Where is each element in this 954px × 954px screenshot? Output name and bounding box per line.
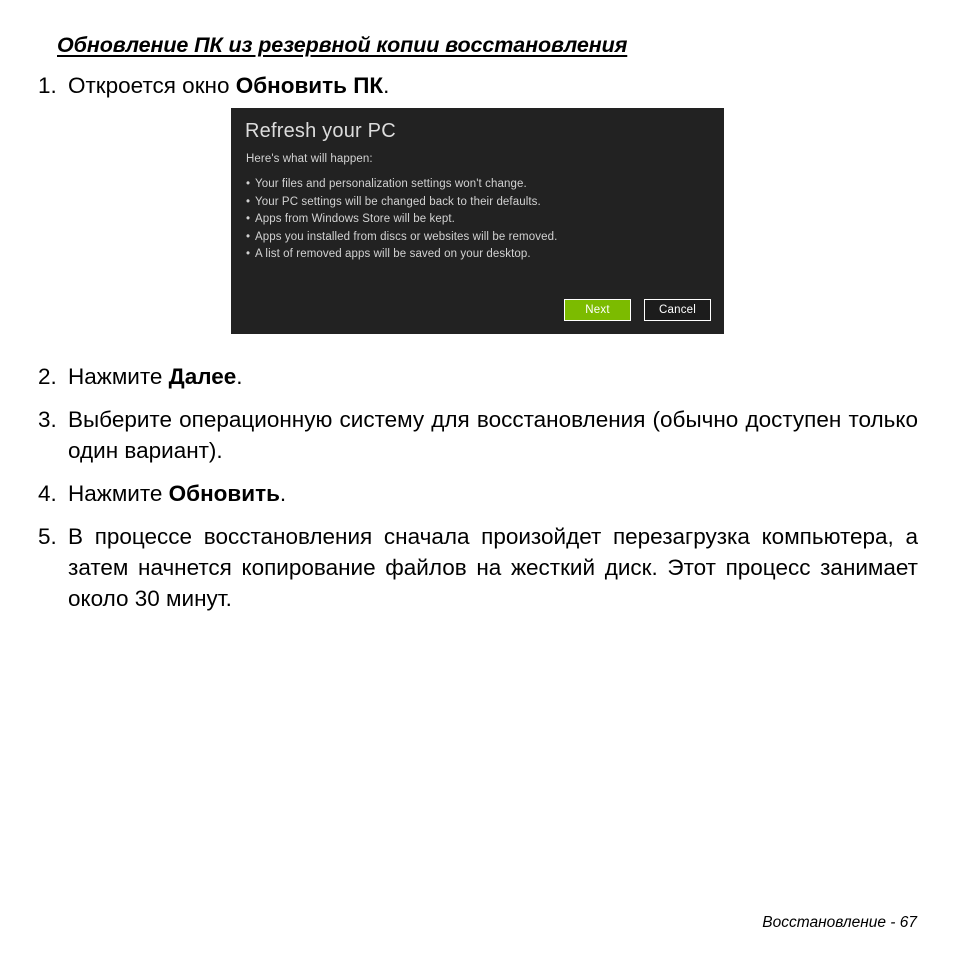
step-text-tail: . [279,481,287,506]
step-text-emphasis: Обновить [168,481,280,506]
step-text-lead: Откроется окно [68,73,236,98]
step-text-tail: . [236,364,243,389]
step-number: 2. [38,364,57,389]
list-item: • A list of removed apps will be saved on… [246,246,710,264]
page-title: Обновление ПК из резервной копии восстан… [57,33,628,57]
dialog-title: Refresh your PC [245,120,396,142]
list-item: • Your files and personalization settings… [246,176,710,194]
document-page: Обновление ПК из резервной копии восстан… [0,0,954,954]
step-text: Нажмите Далее. [68,361,918,392]
bullet-dot-icon: • [246,195,251,208]
dialog-subtitle: Here's what will happen: [246,153,373,165]
bullet-dot-icon: • [246,213,251,225]
step-text: Откроется окно Обновить ПК. [68,70,918,101]
step-number: 5. [38,524,57,549]
step-text-lead: Нажмите [68,364,169,389]
dialog-button-row: Next Cancel [564,299,711,321]
bullet-text: Your files and personalization settings … [255,178,527,190]
step-number: 1. [38,73,57,98]
list-item: • Your PC settings will be changed back t… [246,194,710,212]
dialog-bullet-list: • Your files and personalization settings… [246,176,710,264]
step-text-emphasis: Далее [168,364,237,389]
bullet-text: Apps you installed from discs or website… [255,230,558,243]
list-item: 5. В процессе восстановления сначала про… [38,521,918,614]
bullet-text: Apps from Windows Store will be kept. [255,213,455,225]
list-item: 4. Нажмите Обновить. [38,478,918,509]
list-item: 3. Выберите операционную систему для вос… [38,404,918,466]
step-text-tail: . [383,73,390,98]
step-text-emphasis: Обновить ПК [235,73,384,98]
list-item: • Apps you installed from discs or websit… [246,229,710,247]
list-item: • Apps from Windows Store will be kept. [246,211,710,229]
step-number: 3. [38,407,57,432]
bullet-dot-icon: • [246,178,251,190]
list-item: 2. Нажмите Далее. [38,361,918,392]
bullet-text: A list of removed apps will be saved on … [255,248,531,260]
next-button[interactable]: Next [564,299,631,321]
bullet-dot-icon: • [246,230,251,243]
step-text-lead: Нажмите [68,481,169,506]
step-text: Выберите операционную систему для восста… [68,407,918,463]
page-footer: Восстановление - 67 [762,914,917,931]
step-text: В процессе восстановления сначала произо… [68,524,918,611]
step-text: Нажмите Обновить. [68,478,918,509]
list-item: 1. Откроется окно Обновить ПК. [38,70,918,101]
refresh-pc-dialog-screenshot: Refresh your PC Here's what will happen:… [231,108,724,334]
bullet-text: Your PC settings will be changed back to… [255,195,541,208]
cancel-button[interactable]: Cancel [644,299,711,321]
bullet-dot-icon: • [246,248,251,260]
step-number: 4. [38,481,57,506]
